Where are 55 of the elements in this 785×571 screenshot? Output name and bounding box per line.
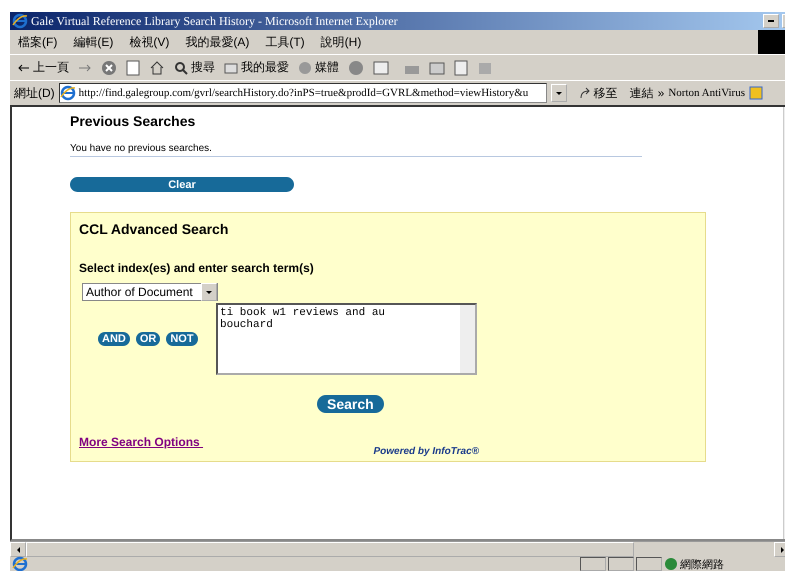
globe-icon — [298, 60, 312, 74]
powered-by-text: Powered by InfoTrac® — [373, 446, 479, 457]
address-label: 網址(D) — [14, 84, 55, 102]
operator-button[interactable]: AND — [98, 332, 130, 346]
operator-button[interactable]: NOT — [166, 332, 198, 346]
menu-item[interactable]: 編輯(E) — [73, 34, 114, 50]
status-panel — [580, 557, 606, 571]
page-icon — [60, 85, 76, 101]
menu-item[interactable]: 我的最愛(A) — [185, 34, 250, 50]
search-button[interactable]: 搜尋 — [174, 59, 215, 76]
norton-icon[interactable] — [749, 86, 764, 100]
norton-label[interactable]: Norton AntiVirus — [668, 87, 746, 99]
globe-icon — [664, 557, 678, 571]
links-label[interactable]: 連結 — [630, 84, 654, 102]
home-icon[interactable] — [149, 60, 165, 76]
search-submit-button[interactable]: Search — [317, 395, 384, 413]
favorites-button[interactable]: 我的最愛 — [224, 59, 289, 76]
panel-title: CCL Advanced Search — [79, 221, 230, 237]
query-textarea[interactable]: ti book w1 reviews and au bouchard — [216, 303, 477, 375]
search-icon — [174, 60, 188, 74]
status-panel — [636, 557, 662, 571]
page-status-icon — [12, 556, 28, 571]
section-title: Previous Searches — [70, 113, 196, 129]
index-select[interactable]: Author of Document — [82, 283, 218, 301]
go-button[interactable]: 移至 — [578, 84, 618, 102]
menu-item[interactable]: 檢視(V) — [129, 34, 170, 50]
scroll-left-icon[interactable] — [10, 542, 26, 557]
minimize-button[interactable] — [763, 14, 779, 28]
more-options-link[interactable]: More Search Options — [79, 435, 204, 449]
forward-arrow-icon[interactable] — [78, 64, 92, 72]
window-title: Gale Virtual Reference Library Search History - Microsoft Internet Explorer — [31, 14, 399, 28]
clear-button[interactable]: Clear — [70, 177, 294, 192]
ie-logo-icon — [12, 13, 28, 29]
windows-logo-icon — [758, 30, 785, 54]
menu-item[interactable]: 工具(T) — [265, 34, 305, 50]
back-button[interactable]: 上一頁 — [18, 59, 69, 76]
go-arrow-icon — [578, 87, 591, 99]
operator-button[interactable]: OR — [136, 332, 160, 346]
menu-item[interactable]: 說明(H) — [320, 34, 362, 50]
back-arrow-icon — [18, 64, 30, 72]
no-searches-message: You have no previous searches. — [70, 143, 642, 157]
stop-icon[interactable] — [101, 60, 117, 76]
zone-label: 網際網路 — [680, 558, 725, 571]
instruction-text: Select index(es) and enter search term(s) — [79, 261, 315, 275]
caret-icon — [556, 92, 562, 94]
status-panel — [608, 557, 634, 571]
media-button[interactable]: 媒體 — [298, 59, 339, 76]
chevron-button[interactable]: » — [658, 86, 664, 100]
folder-icon — [224, 62, 238, 74]
document-icon[interactable] — [454, 60, 468, 76]
minimize-icon — [768, 20, 774, 22]
address-field[interactable]: http://find.galegroup.com/gvrl/searchHistory.do?inPS=true&prodId=GVRL&method=viewHistory&u — [58, 83, 547, 103]
menu-item[interactable]: 檔案(F) — [18, 34, 58, 50]
dropdown-button[interactable] — [550, 84, 567, 102]
dropdown-icon — [201, 283, 217, 301]
